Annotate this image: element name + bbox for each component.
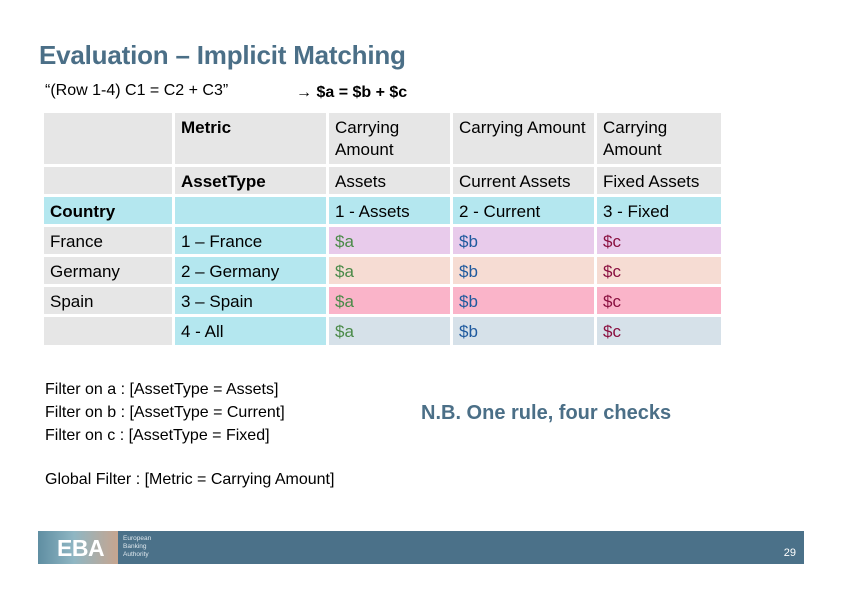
column-code: 3 - Fixed [597,197,721,224]
value-c: $c [597,317,721,345]
metric-value: Carrying Amount [597,113,721,164]
org-line: European [123,535,152,542]
column-code: 2 - Current [453,197,594,224]
value-a: $a [329,317,450,345]
country-name [44,317,172,345]
value-c: $c [597,257,721,284]
formula-expression: → $a = $b + $c [296,84,408,101]
row-code: 1 – France [175,227,326,254]
matching-table: Metric Carrying Amount Carrying Amount C… [44,113,721,345]
assettype-value: Current Assets [453,167,594,194]
column-code: 1 - Assets [329,197,450,224]
value-a: $a [329,257,450,284]
page-number: 29 [783,547,796,559]
org-name: European Banking Authority [123,535,151,559]
rule-expression: “(Row 1-4) C1 = C2 + C3” [45,82,229,99]
global-filter: Global Filter : [Metric = Carrying Amoun… [45,471,335,488]
org-line: Banking [123,543,147,550]
value-b: $b [453,227,594,254]
eba-logo-text: EBA [57,535,105,561]
slide-title: Evaluation – Implicit Matching [39,40,406,70]
assettype-value: Fixed Assets [597,167,721,194]
footer-bar: EBA European Banking Authority 29 [38,531,804,564]
note: N.B. One rule, four checks [421,402,672,424]
value-b: $b [453,287,594,314]
empty-cell [44,167,172,194]
filter-list: Filter on a : [AssetType = Assets] Filte… [45,378,285,447]
filter-c: Filter on c : [AssetType = Fixed] [45,427,270,444]
value-a: $a [329,227,450,254]
metric-value: Carrying Amount [453,113,594,164]
empty-cell [175,197,326,224]
country-name: Germany [44,257,172,284]
value-b: $b [453,317,594,345]
row-code: 2 – Germany [175,257,326,284]
value-c: $c [597,227,721,254]
metric-value: Carrying Amount [329,113,450,164]
row-code: 4 - All [175,317,326,345]
metric-header: Metric [175,113,326,164]
empty-cell [44,113,172,164]
assettype-header: AssetType [175,167,326,194]
row-code: 3 – Spain [175,287,326,314]
filter-a: Filter on a : [AssetType = Assets] [45,381,279,398]
country-name: France [44,227,172,254]
eba-logo: EBA [38,531,118,564]
org-line: Authority [123,551,149,558]
value-a: $a [329,287,450,314]
value-b: $b [453,257,594,284]
assettype-value: Assets [329,167,450,194]
country-header: Country [44,197,172,224]
value-c: $c [597,287,721,314]
filter-b: Filter on b : [AssetType = Current] [45,404,285,421]
country-name: Spain [44,287,172,314]
